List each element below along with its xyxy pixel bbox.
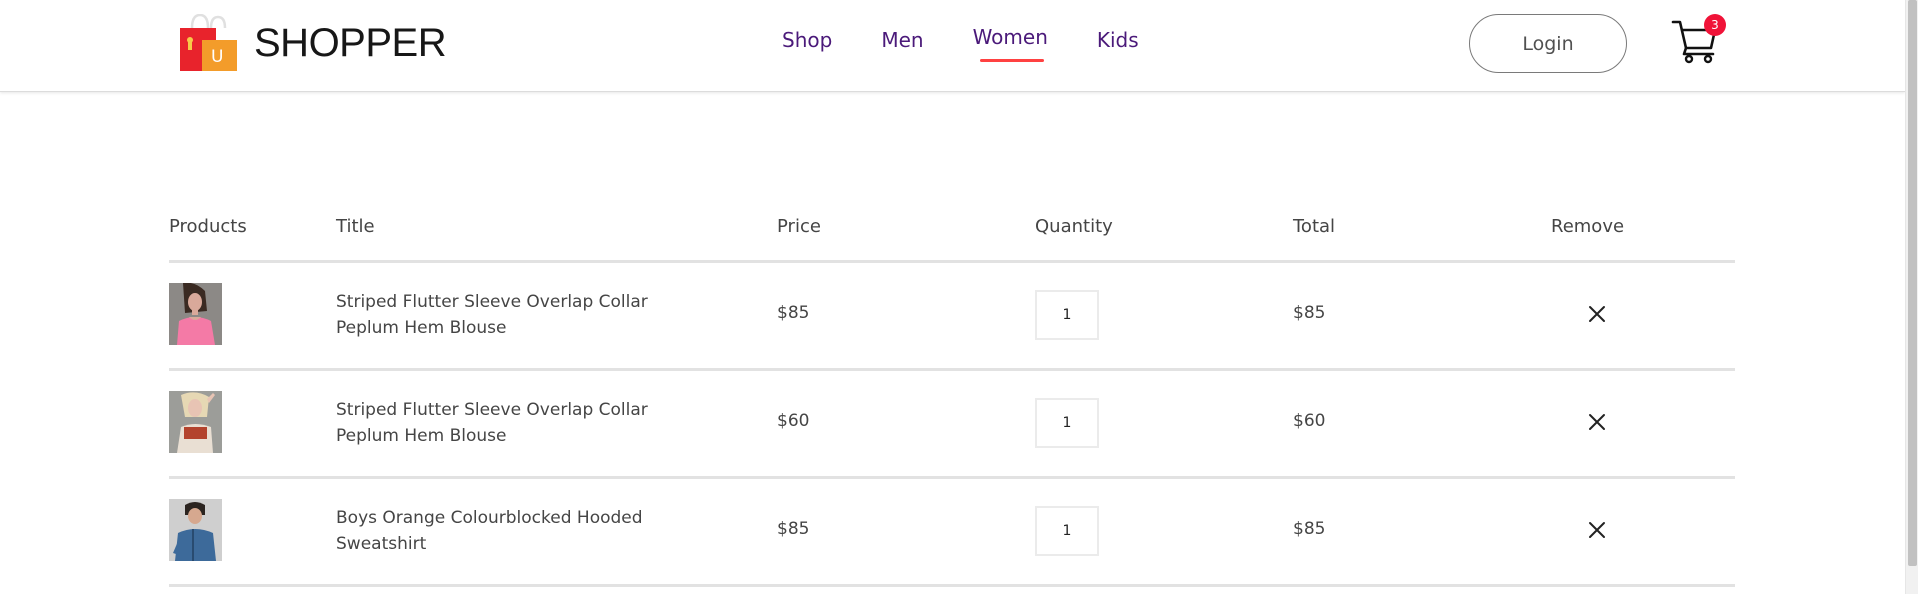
product-total: $85	[1293, 519, 1326, 539]
header-title: Title	[336, 216, 375, 237]
header-price: Price	[777, 216, 821, 237]
nav-item-shop[interactable]: Shop	[782, 28, 832, 52]
quantity-field[interactable]: 1	[1035, 290, 1099, 340]
product-title: Striped Flutter Sleeve Overlap Collar Pe…	[336, 400, 648, 446]
nav-menu: Shop Men Women Kids	[782, 25, 1188, 62]
product-title: Boys Orange Colourblocked Hooded Sweatsh…	[336, 508, 643, 554]
brand-name: SHOPPER	[254, 20, 447, 65]
shopping-bag-logo-icon: U	[178, 13, 240, 72]
remove-icon[interactable]	[1588, 413, 1606, 431]
scrollbar-thumb[interactable]	[1908, 0, 1917, 566]
table-row: Striped Flutter Sleeve Overlap Collar Pe…	[169, 371, 1735, 476]
table-row: Striped Flutter Sleeve Overlap Collar Pe…	[169, 263, 1735, 368]
table-header: Products Title Price Quantity Total Remo…	[169, 200, 1735, 260]
header-remove: Remove	[1551, 216, 1625, 237]
remove-icon[interactable]	[1588, 521, 1606, 539]
navbar: U SHOPPER Shop Men Women Kids Login 3	[0, 0, 1905, 92]
header-quantity: Quantity	[1035, 216, 1113, 237]
login-button[interactable]: Login	[1469, 14, 1627, 73]
header-products: Products	[169, 216, 247, 237]
product-price: $85	[777, 519, 810, 539]
nav-item-kids[interactable]: Kids	[1097, 28, 1139, 52]
cart-items-table: Products Title Price Quantity Total Remo…	[169, 200, 1735, 587]
logo-letter: U	[211, 47, 224, 67]
remove-icon[interactable]	[1588, 305, 1606, 323]
product-total: $85	[1293, 303, 1326, 323]
product-thumbnail[interactable]	[169, 499, 222, 561]
table-row: Boys Orange Colourblocked Hooded Sweatsh…	[169, 479, 1735, 584]
header-total: Total	[1293, 216, 1336, 237]
quantity-field[interactable]: 1	[1035, 398, 1099, 448]
brand-logo[interactable]: U SHOPPER	[178, 13, 447, 72]
product-thumbnail[interactable]	[169, 282, 222, 345]
nav-item-men[interactable]: Men	[881, 28, 923, 52]
cart-count-badge: 3	[1704, 14, 1726, 36]
product-price: $85	[777, 303, 810, 323]
product-price: $60	[777, 411, 810, 431]
nav-item-women[interactable]: Women	[972, 25, 1048, 62]
divider	[169, 584, 1735, 587]
active-nav-underline	[979, 59, 1044, 62]
vertical-scrollbar[interactable]	[1905, 0, 1918, 594]
product-total: $60	[1293, 411, 1326, 431]
product-thumbnail[interactable]	[169, 391, 222, 453]
product-title: Striped Flutter Sleeve Overlap Collar Pe…	[336, 292, 648, 338]
nav-item-women-label: Women	[972, 25, 1048, 49]
quantity-field[interactable]: 1	[1035, 506, 1099, 556]
